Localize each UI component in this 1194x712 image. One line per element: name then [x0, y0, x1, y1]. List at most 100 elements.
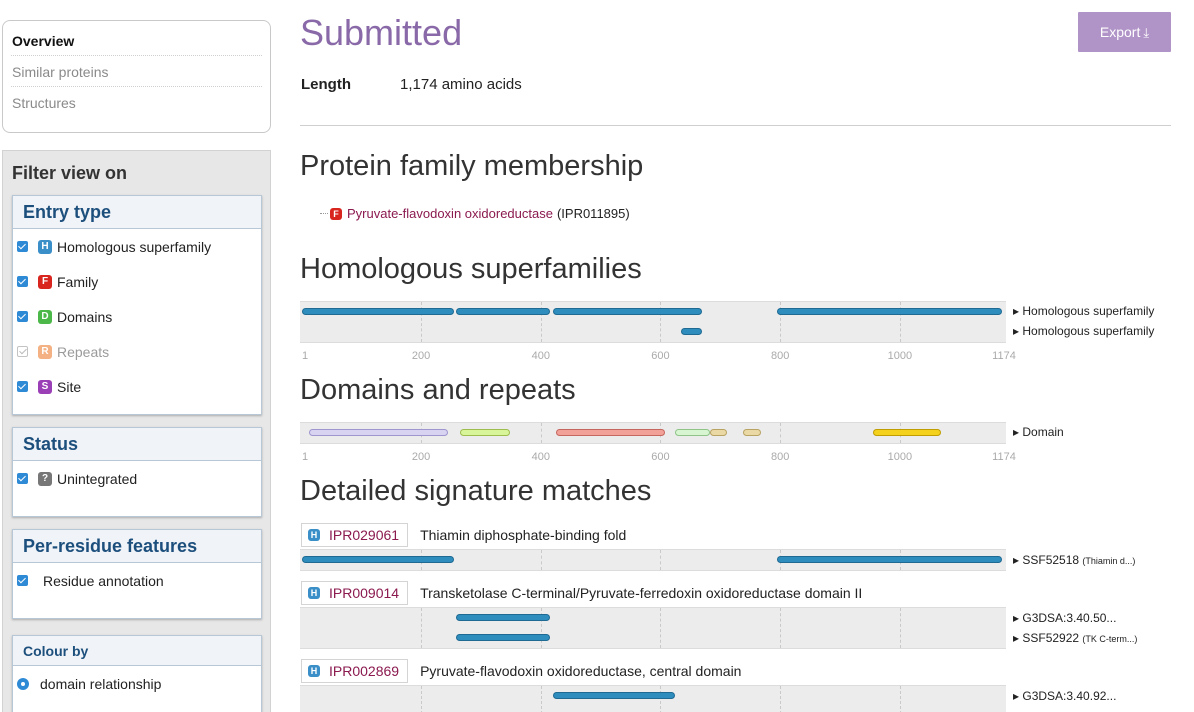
track-label-text: ▸ G3DSA:3.40.92... [1013, 689, 1117, 703]
nav-overview[interactable]: Overview [11, 25, 262, 56]
signature-accession-box[interactable]: H IPR029061 [301, 523, 409, 547]
colour-by-domain-relationship[interactable]: domain relationship [13, 666, 261, 701]
signature-header: H IPR002869 Pyruvate-flavodoxin oxidored… [301, 659, 741, 683]
filter-label: Domains [57, 308, 113, 325]
match-segment[interactable] [552, 308, 703, 315]
family-accession: (IPR011895) [556, 206, 630, 221]
axis-tick-label: 1 [302, 451, 309, 463]
match-segment[interactable] [743, 429, 762, 436]
match-segment[interactable] [675, 429, 711, 436]
axis-tick-label: 1000 [887, 350, 913, 362]
grid-line [660, 608, 662, 648]
match-segment[interactable] [459, 429, 510, 436]
status-heading: Status [13, 428, 261, 461]
track-label-text: ▸ SSF52518 [1013, 553, 1080, 567]
axis-tick-label: 200 [411, 350, 431, 362]
checkbox[interactable] [17, 241, 28, 252]
match-segment[interactable] [302, 308, 454, 315]
axis-tick-label: 800 [770, 350, 790, 362]
length-label: Length [301, 76, 351, 93]
match-segment[interactable] [455, 308, 550, 315]
section-signatures-title: Detailed signature matches [300, 475, 652, 507]
filter-repeats[interactable]: R Repeats [13, 334, 261, 369]
family-badge-icon: F [330, 207, 342, 220]
match-segment[interactable] [681, 328, 703, 335]
match-segment[interactable] [308, 429, 449, 436]
match-segment[interactable] [872, 429, 941, 436]
track-label[interactable]: ▸ SSF52922 (TK C-term...) [1013, 631, 1137, 645]
filter-title: Filter view on [12, 163, 128, 183]
checkbox[interactable] [17, 575, 28, 586]
filter-label: Homologous superfamily [57, 238, 212, 255]
homologous-badge-icon: H [308, 665, 320, 677]
signature-name: Transketolase C-terminal/Pyruvate-ferred… [420, 585, 863, 601]
grid-line [899, 686, 901, 712]
entry-type-heading: Entry type [13, 196, 261, 229]
track-label[interactable]: ▸ Domain [1013, 425, 1064, 439]
filter-residue-annotation[interactable]: Residue annotation [13, 563, 261, 598]
match-segment[interactable] [455, 614, 550, 621]
homologous-badge-icon: H [308, 529, 320, 541]
track-label[interactable]: ▸ G3DSA:3.40.50... [1013, 611, 1116, 625]
signature-accession-box[interactable]: H IPR009014 [301, 581, 409, 605]
nav-structures[interactable]: Structures [11, 87, 262, 118]
match-segment[interactable] [710, 429, 728, 436]
grid-line [660, 550, 662, 570]
axis-tick-label: 200 [411, 451, 431, 463]
nav-similar-proteins[interactable]: Similar proteins [11, 56, 262, 87]
filter-homologous-superfamily[interactable]: H Homologous superfamily [13, 229, 261, 264]
page-nav: Overview Similar proteins Structures [2, 20, 271, 133]
match-segment[interactable] [552, 692, 676, 699]
signature-accession-link[interactable]: IPR002869 [329, 663, 399, 679]
unintegrated-badge-icon: ? [38, 471, 52, 486]
section-homologous-title: Homologous superfamilies [300, 253, 642, 285]
track-label[interactable]: ▸ SSF52518 (Thiamin d...) [1013, 553, 1135, 567]
export-button[interactable]: Export ⤓ [1078, 12, 1171, 52]
filter-label: Repeats [57, 343, 110, 360]
match-segment[interactable] [455, 634, 550, 641]
export-label: Export [1099, 24, 1141, 40]
axis-tick-label: 600 [651, 350, 670, 362]
track-label-detail: (TK C-term...) [1082, 634, 1138, 644]
grid-line [540, 686, 542, 712]
axis-tick-label: 400 [531, 451, 550, 463]
filter-unintegrated[interactable]: ? Unintegrated [13, 461, 261, 496]
filter-panel: Filter view on Entry type H Homologous s… [2, 150, 271, 712]
track-label[interactable]: ▸ Homologous superfamily [1013, 324, 1154, 338]
checkbox[interactable] [17, 276, 28, 287]
match-segment[interactable] [777, 308, 1002, 315]
family-badge-icon: F [38, 274, 52, 289]
grid-line [780, 608, 782, 648]
grid-line [660, 686, 662, 712]
checkbox[interactable] [17, 346, 28, 357]
family-link[interactable]: Pyruvate-flavodoxin oxidoreductase [347, 206, 553, 221]
family-entry: F Pyruvate-flavodoxin oxidoreductase (IP… [320, 206, 630, 221]
per-residue-heading: Per-residue features [13, 530, 261, 563]
signature-accession-box[interactable]: H IPR002869 [301, 659, 409, 683]
checkbox[interactable] [17, 311, 28, 322]
signature-accession-link[interactable]: IPR009014 [329, 585, 399, 601]
section-family-title: Protein family membership [300, 150, 644, 182]
checkbox[interactable] [17, 381, 28, 392]
match-segment[interactable] [777, 556, 1002, 563]
checkbox[interactable] [17, 473, 28, 484]
filter-label: Family [57, 273, 99, 290]
filter-family[interactable]: F Family [13, 264, 261, 299]
track-label[interactable]: ▸ Homologous superfamily [1013, 304, 1154, 318]
grid-line [421, 686, 423, 712]
filter-site[interactable]: S Site [13, 369, 261, 404]
colour-by-heading: Colour by [13, 636, 261, 666]
track-label[interactable]: ▸ G3DSA:3.40.92... [1013, 689, 1116, 703]
status-box: Status ? Unintegrated [12, 427, 262, 517]
signature-accession-link[interactable]: IPR029061 [329, 527, 399, 543]
radio-button[interactable] [17, 677, 29, 690]
match-segment[interactable] [555, 429, 666, 436]
grid-line [540, 550, 542, 570]
filter-domains[interactable]: D Domains [13, 299, 261, 334]
signature-header: H IPR009014 Transketolase C-terminal/Pyr… [301, 581, 862, 605]
axis-tick-label: 1174 [992, 350, 1016, 362]
axis-tick-label: 1174 [992, 451, 1016, 463]
match-segment[interactable] [302, 556, 454, 563]
site-badge-icon: S [38, 379, 52, 394]
homologous-track-area [300, 301, 1006, 343]
